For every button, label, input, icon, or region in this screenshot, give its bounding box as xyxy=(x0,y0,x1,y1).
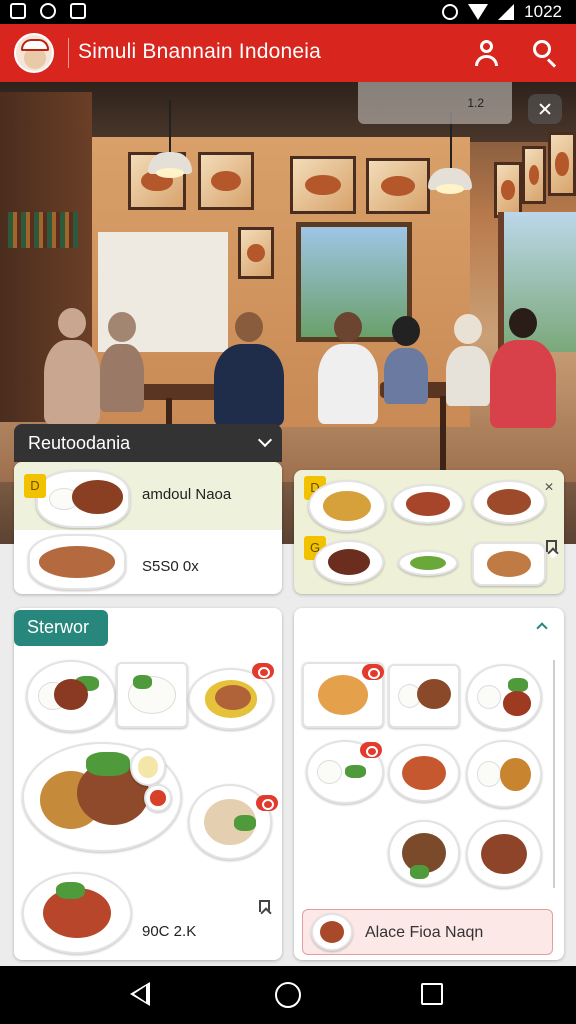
dish-image xyxy=(28,534,126,590)
close-icon[interactable] xyxy=(528,94,562,124)
chevron-up-icon[interactable] xyxy=(536,622,548,634)
gallery-notification-icon xyxy=(10,3,26,19)
dish-image xyxy=(130,748,166,786)
item-price: S5S0 0x xyxy=(142,558,199,575)
dish-image xyxy=(466,740,542,808)
user-icon[interactable] xyxy=(472,38,502,68)
dish-image xyxy=(398,550,458,576)
dish-image xyxy=(116,662,188,728)
dish-image xyxy=(388,664,460,728)
dish-image xyxy=(22,872,132,954)
dish-image xyxy=(472,542,546,586)
dish-image xyxy=(388,744,460,802)
alarm-icon xyxy=(442,4,459,20)
store-price: 90C 2.K xyxy=(142,923,197,940)
dish-thumbnail xyxy=(311,913,353,951)
camera-notification-icon xyxy=(40,3,56,19)
close-small-icon[interactable]: ✕ xyxy=(544,480,554,494)
dish-image xyxy=(392,484,464,524)
bookmark-icon[interactable] xyxy=(259,900,270,912)
item-badge: D xyxy=(24,474,46,498)
dish-image xyxy=(466,820,542,888)
dish-image xyxy=(388,820,460,886)
dish-image xyxy=(472,480,546,524)
tag-icon xyxy=(256,795,278,811)
video-counter: 1.2 xyxy=(467,96,484,110)
tag-icon xyxy=(362,664,384,680)
video-controls-overlay[interactable]: 1.2 xyxy=(358,82,512,124)
home-icon[interactable] xyxy=(275,982,301,1008)
wifi-icon xyxy=(468,4,489,20)
dish-detail-button[interactable]: Alace Fioa Naqn xyxy=(302,909,553,955)
app-title: Simuli Bnannain Indoneia xyxy=(78,40,321,63)
status-time: 1022 xyxy=(524,2,562,21)
image-notification-icon xyxy=(70,3,86,19)
item-name: amdoul Naoa xyxy=(142,486,232,503)
scrollbar[interactable] xyxy=(553,660,555,888)
recent-apps-icon[interactable] xyxy=(421,983,443,1005)
bookmark-icon[interactable] xyxy=(546,540,557,552)
divider xyxy=(68,38,69,68)
dish-image xyxy=(36,470,130,528)
app-bar: Simuli Bnannain Indoneia xyxy=(0,24,576,82)
dish-image xyxy=(26,660,116,732)
store-card: 90C 2.K xyxy=(14,608,282,960)
dish-image xyxy=(144,784,172,812)
back-icon[interactable] xyxy=(130,982,150,1006)
dish-grid-panel xyxy=(294,608,564,960)
dropdown-label: Reutoodania xyxy=(28,433,131,453)
restaurant-dropdown[interactable]: Reutoodania xyxy=(14,424,282,462)
menu-card-right[interactable]: D ✕ G xyxy=(294,470,564,594)
dish-image xyxy=(308,480,386,532)
dish-detail-label: Alace Fioa Naqn xyxy=(365,924,484,941)
search-icon[interactable] xyxy=(530,38,560,68)
tag-icon xyxy=(252,663,274,679)
status-bar: 1022 xyxy=(0,0,576,24)
dish-image xyxy=(314,540,384,584)
system-nav-bar xyxy=(0,966,576,1024)
signal-icon xyxy=(498,4,515,20)
chevron-down-icon xyxy=(257,432,273,448)
dish-image xyxy=(466,664,542,730)
menu-card-left[interactable]: D amdoul Naoa S5S0 0x xyxy=(14,462,282,594)
tag-icon xyxy=(360,742,382,758)
chef-logo-avatar[interactable] xyxy=(14,33,54,73)
store-section-tag[interactable]: Sterwor xyxy=(14,610,108,646)
